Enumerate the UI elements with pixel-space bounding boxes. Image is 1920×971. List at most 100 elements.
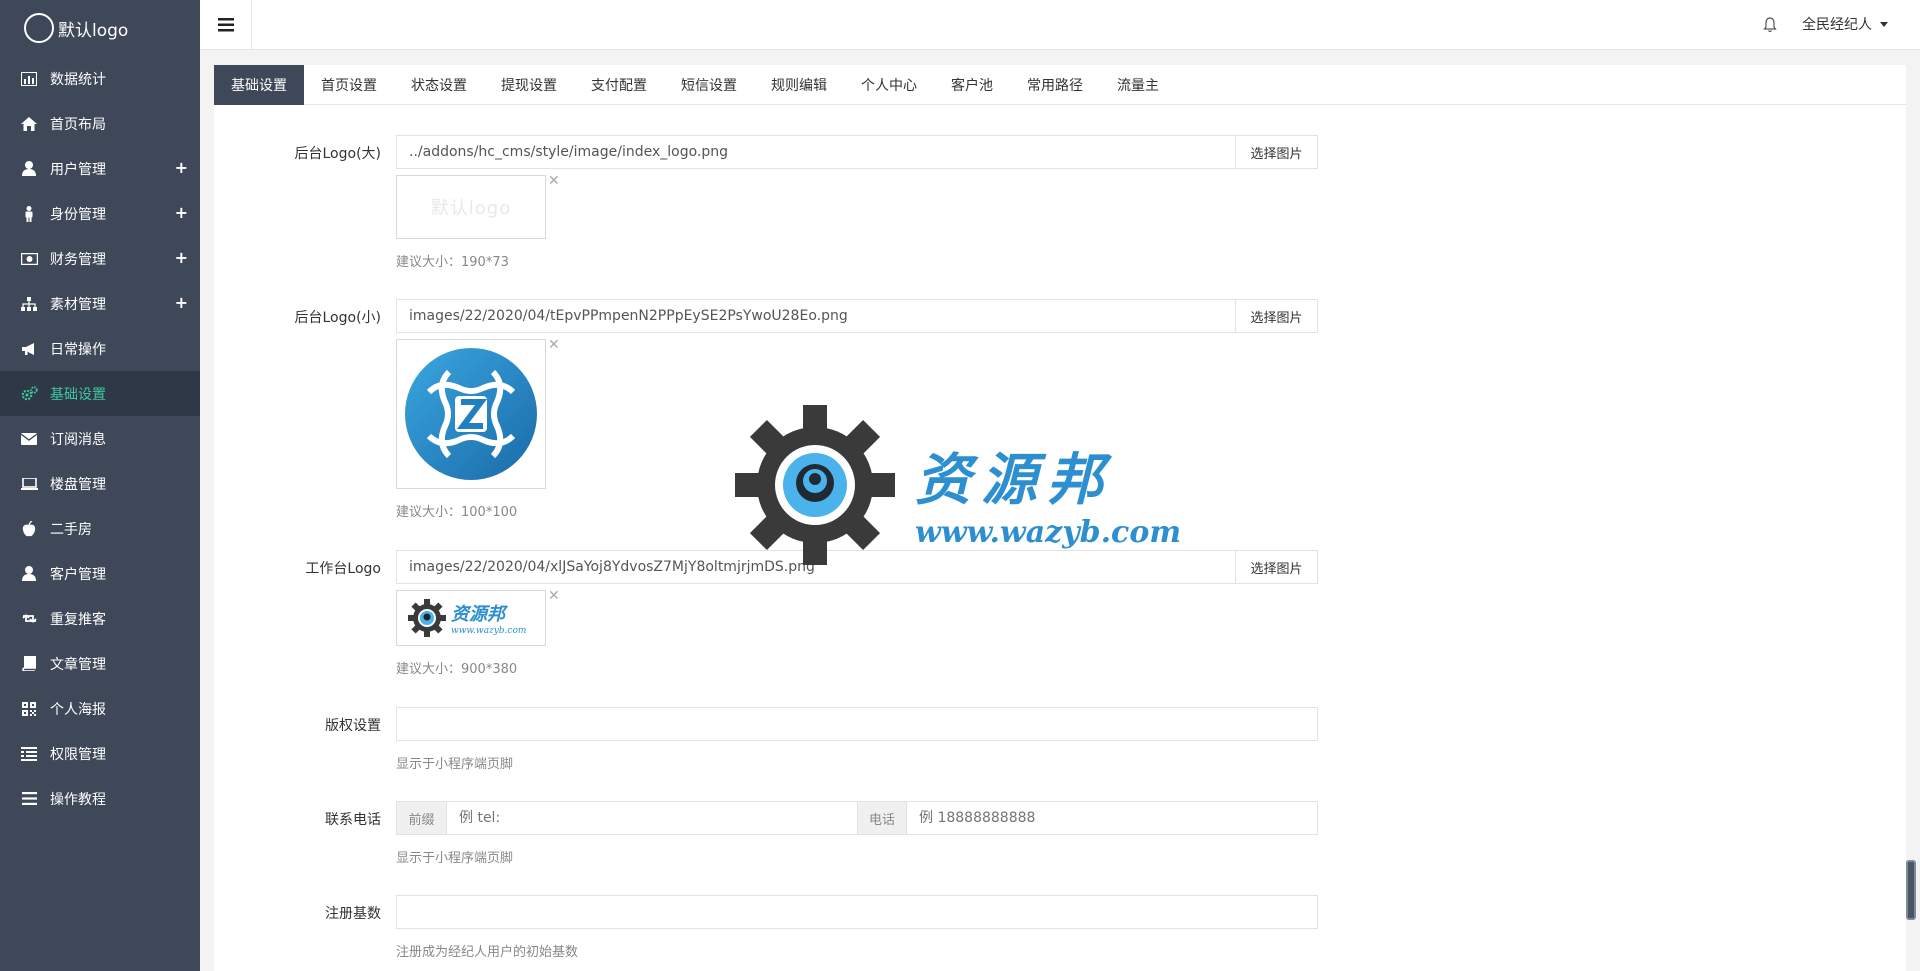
list-alt-icon <box>20 745 38 763</box>
sidebar-item[interactable]: 数据统计 <box>0 56 200 101</box>
logo-big-help: 建议大小：190*73 <box>396 255 509 270</box>
sidebar-item-label: 订阅消息 <box>50 431 106 448</box>
envelope-icon <box>20 430 38 448</box>
sidebar-item[interactable]: 基础设置 <box>0 371 200 416</box>
sidebar-item-label: 客户管理 <box>50 566 106 583</box>
apple-icon <box>20 520 38 538</box>
sidebar-item[interactable]: 日常操作 <box>0 326 200 371</box>
tab-6[interactable]: 规则编辑 <box>754 65 844 105</box>
tab-0[interactable]: 基础设置 <box>214 65 304 105</box>
settings-panel: 基础设置 首页设置 状态设置 提现设置 支付配置 短信设置 规则编辑 个人中心 客户池 常用路径流… <box>214 65 1906 971</box>
sidebar: 默认logo 数据统计 首页布局 用户管理 + 身份管理 + 财务管理 + 素材管理 + 日常操作基… <box>0 0 200 971</box>
copyright-input[interactable] <box>396 707 1318 741</box>
plus-icon: + <box>174 203 188 222</box>
workbench-logo-path-input[interactable] <box>397 551 1235 583</box>
sidebar-item[interactable]: 身份管理 + <box>0 191 200 236</box>
gears-icon <box>20 385 38 403</box>
sidebar-item[interactable]: 首页布局 <box>0 101 200 146</box>
sidebar-item[interactable]: 楼盘管理 <box>0 461 200 506</box>
phone-label: 联系电话 <box>325 812 381 828</box>
logo-big-path-input[interactable] <box>397 136 1235 168</box>
logo-small-select-image-button[interactable]: 选择图片 <box>1235 300 1317 332</box>
app-logo[interactable]: 默认logo <box>0 0 200 56</box>
sidebar-item[interactable]: 客户管理 <box>0 551 200 596</box>
phone-help: 显示于小程序端页脚 <box>396 851 514 866</box>
tab-2[interactable]: 状态设置 <box>394 65 484 105</box>
bars-icon <box>20 790 38 808</box>
book-icon <box>20 655 38 673</box>
gear-eye-icon <box>408 599 446 637</box>
copyright-help: 显示于小程序端页脚 <box>396 757 514 772</box>
sidebar-item-label: 首页布局 <box>50 116 106 133</box>
sidebar-item[interactable]: 操作教程 <box>0 776 200 821</box>
tab-9[interactable]: 常用路径 <box>1010 65 1100 105</box>
logo-small-path-input[interactable] <box>397 300 1235 332</box>
sidebar-item[interactable]: 重复推客 <box>0 596 200 641</box>
register-base-label: 注册基数 <box>325 906 381 922</box>
tab-1[interactable]: 首页设置 <box>304 65 394 105</box>
logo-small-remove-icon[interactable]: ✕ <box>548 337 560 353</box>
sidebar-item[interactable]: 权限管理 <box>0 731 200 776</box>
sidebar-item-label: 个人海报 <box>50 701 106 718</box>
tab-4[interactable]: 支付配置 <box>574 65 664 105</box>
settings-tabs: 基础设置 首页设置 状态设置 提现设置 支付配置 短信设置 规则编辑 个人中心 客户池 常用路径流… <box>214 65 1906 105</box>
phone-number-input[interactable] <box>907 802 1317 834</box>
sidebar-item-label: 文章管理 <box>50 656 106 673</box>
topbar: 全民经纪人 <box>200 0 1920 50</box>
workbench-logo-help: 建议大小：900*380 <box>396 662 518 677</box>
sitemap-icon <box>20 295 38 313</box>
user-menu-dropdown[interactable]: 全民经纪人 <box>1802 14 1888 34</box>
notification-bell-button[interactable] <box>1760 15 1780 35</box>
workbench-logo-remove-icon[interactable]: ✕ <box>548 588 560 604</box>
logo-circle-icon <box>24 13 54 43</box>
workbench-logo-input-group: 选择图片 <box>396 550 1318 584</box>
sidebar-item[interactable]: 用户管理 + <box>0 146 200 191</box>
sidebar-item[interactable]: 订阅消息 <box>0 416 200 461</box>
register-base-help: 注册成为经纪人用户的初始基数 <box>396 945 579 960</box>
logo-big-input-group: 选择图片 <box>396 135 1318 169</box>
sidebar-item-label: 二手房 <box>50 521 92 538</box>
workbench-logo-label: 工作台Logo <box>305 561 381 577</box>
sidebar-item[interactable]: 文章管理 <box>0 641 200 686</box>
register-base-input[interactable] <box>396 895 1318 929</box>
plus-icon: + <box>174 293 188 312</box>
tab-7[interactable]: 个人中心 <box>844 65 934 105</box>
logo-small-label: 后台Logo(小) <box>294 310 382 326</box>
person-icon <box>20 205 38 223</box>
sidebar-item[interactable]: 个人海报 <box>0 686 200 731</box>
hamburger-icon <box>217 18 234 32</box>
logo-big-preview: 默认logo <box>396 175 546 239</box>
sidebar-item-label: 权限管理 <box>50 746 106 763</box>
sidebar-item-label: 数据统计 <box>50 71 106 88</box>
bell-icon <box>1763 17 1777 33</box>
logo-small-help: 建议大小：100*100 <box>396 505 518 520</box>
logo-small-preview <box>396 339 546 489</box>
sidebar-item-label: 重复推客 <box>50 611 106 628</box>
sidebar-item[interactable]: 财务管理 + <box>0 236 200 281</box>
sidebar-item-label: 财务管理 <box>50 251 106 268</box>
caret-down-icon <box>1880 21 1888 27</box>
sidebar-item[interactable]: 素材管理 + <box>0 281 200 326</box>
bullhorn-icon <box>20 340 38 358</box>
logo-big-preview-text: 默认logo <box>430 198 512 219</box>
logo-small-input-group: 选择图片 <box>396 299 1318 333</box>
sidebar-item-label: 楼盘管理 <box>50 476 106 493</box>
workbench-preview-title: 资源邦 <box>451 604 505 625</box>
sidebar-item-label: 身份管理 <box>50 206 106 223</box>
scroll-handle[interactable] <box>1906 860 1916 920</box>
logo-big-select-image-button[interactable]: 选择图片 <box>1235 136 1317 168</box>
hamburger-menu-button[interactable] <box>200 0 252 50</box>
workbench-logo-select-image-button[interactable]: 选择图片 <box>1235 551 1317 583</box>
logo-big-remove-icon[interactable]: ✕ <box>548 173 560 189</box>
user-name: 全民经纪人 <box>1802 17 1872 33</box>
phone-prefix-addon: 前缀 <box>397 802 447 834</box>
phone-prefix-input[interactable] <box>447 802 857 834</box>
money-icon <box>20 250 38 268</box>
tab-10[interactable]: 流量主 <box>1100 65 1176 105</box>
tab-3[interactable]: 提现设置 <box>484 65 574 105</box>
tab-5[interactable]: 短信设置 <box>664 65 754 105</box>
tab-8[interactable]: 客户池 <box>934 65 1010 105</box>
workbench-logo-preview: 资源邦 www.wazyb.com <box>396 590 546 646</box>
sidebar-item[interactable]: 二手房 <box>0 506 200 551</box>
z-logo-image <box>405 348 537 480</box>
